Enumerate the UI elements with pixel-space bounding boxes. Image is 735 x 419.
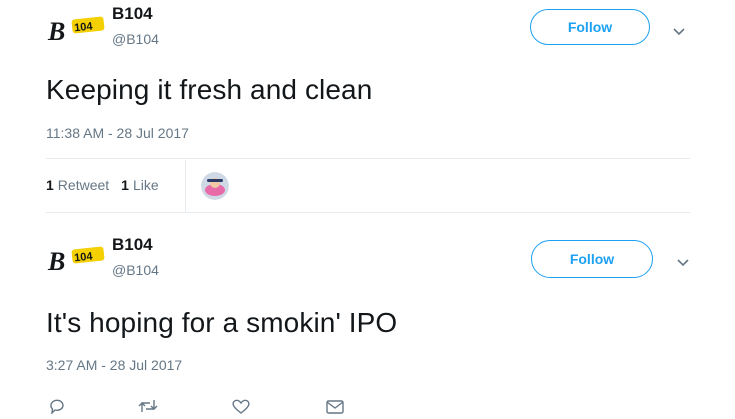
chevron-down-icon[interactable] xyxy=(676,255,690,267)
like-count: 1 xyxy=(121,177,129,193)
svg-text:104: 104 xyxy=(74,20,94,34)
direct-message-icon[interactable] xyxy=(325,398,345,414)
liker-avatar[interactable] xyxy=(201,172,229,200)
retweet-stat[interactable]: 1 Retweet xyxy=(46,177,109,193)
tweet-text: It's hoping for a smokin' IPO xyxy=(46,307,398,338)
follow-button[interactable]: Follow xyxy=(531,240,653,278)
b104-logo-avatar[interactable]: 104 B xyxy=(46,10,108,46)
chevron-down-icon[interactable] xyxy=(672,24,686,36)
b104-logo-avatar[interactable]: 104 B xyxy=(46,240,108,276)
svg-text:B: B xyxy=(47,17,65,46)
account-name[interactable]: B104 xyxy=(112,235,153,255)
liker-avatar-image xyxy=(201,172,229,200)
like-icon[interactable] xyxy=(231,398,251,414)
account-name[interactable]: B104 xyxy=(112,4,153,24)
divider-vertical xyxy=(185,160,186,212)
retweet-count: 1 xyxy=(46,177,54,193)
b104-logo-icon: 104 B xyxy=(47,246,105,276)
account-handle[interactable]: @B104 xyxy=(112,31,159,47)
tweet-1: 104 B B104 @B104 Follow Keeping it fresh… xyxy=(0,0,735,230)
divider xyxy=(46,158,690,159)
b104-logo-icon: 104 B xyxy=(47,16,105,46)
tweet-text: Keeping it fresh and clean xyxy=(46,74,373,105)
tweet-timestamp[interactable]: 3:27 AM - 28 Jul 2017 xyxy=(46,357,182,373)
retweet-label: Retweet xyxy=(57,177,110,193)
divider xyxy=(46,212,690,213)
reply-icon[interactable] xyxy=(48,398,68,415)
like-label: Like xyxy=(132,177,159,193)
account-handle[interactable]: @B104 xyxy=(112,262,159,278)
like-stat[interactable]: 1 Like xyxy=(121,177,158,193)
svg-text:104: 104 xyxy=(74,250,94,264)
retweet-icon[interactable] xyxy=(137,398,158,414)
follow-button[interactable]: Follow xyxy=(530,9,650,45)
svg-text:B: B xyxy=(47,247,65,276)
tweet-stats: 1 Retweet 1 Like xyxy=(46,177,171,193)
tweet-2: 104 B B104 @B104 Follow It's hoping for … xyxy=(0,230,735,415)
tweet-timestamp[interactable]: 11:38 AM - 28 Jul 2017 xyxy=(46,125,189,141)
